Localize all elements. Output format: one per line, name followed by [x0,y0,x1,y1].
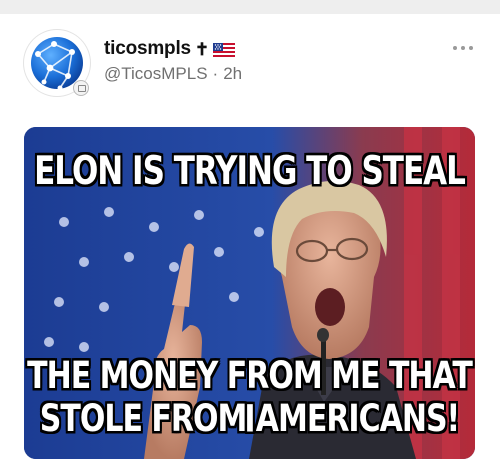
author-display-name[interactable]: ticosmpls [104,38,191,60]
more-options-button[interactable] [448,38,478,58]
us-flag-icon [213,42,236,58]
cross-icon: ✝ [194,39,210,59]
more-horizontal-icon-dot [461,46,465,50]
author-handle[interactable]: @TicosMPLS [104,64,208,84]
more-horizontal-icon-dot [469,46,473,50]
more-horizontal-icon [453,46,457,50]
meme-caption-bottom-line2: STOLE FROM AMERICANS! [39,397,460,441]
meta-separator: · [212,64,219,83]
author-meta-row: @TicosMPLS · 2h [104,64,242,84]
verified-org-badge-icon [73,80,89,96]
post-image[interactable]: ELON IS TRYING TO STEAL THE MONEY FROM M… [24,127,475,459]
post-timestamp[interactable]: 2h [223,64,242,84]
author-name-row[interactable]: ticosmpls ✝ [104,36,236,62]
post-card[interactable]: ticosmpls ✝ @TicosMPLS · 2h ELON IS TRYI… [0,14,500,469]
meme-caption-top: ELON IS TRYING TO STEAL [34,149,466,194]
top-divider [0,0,500,14]
